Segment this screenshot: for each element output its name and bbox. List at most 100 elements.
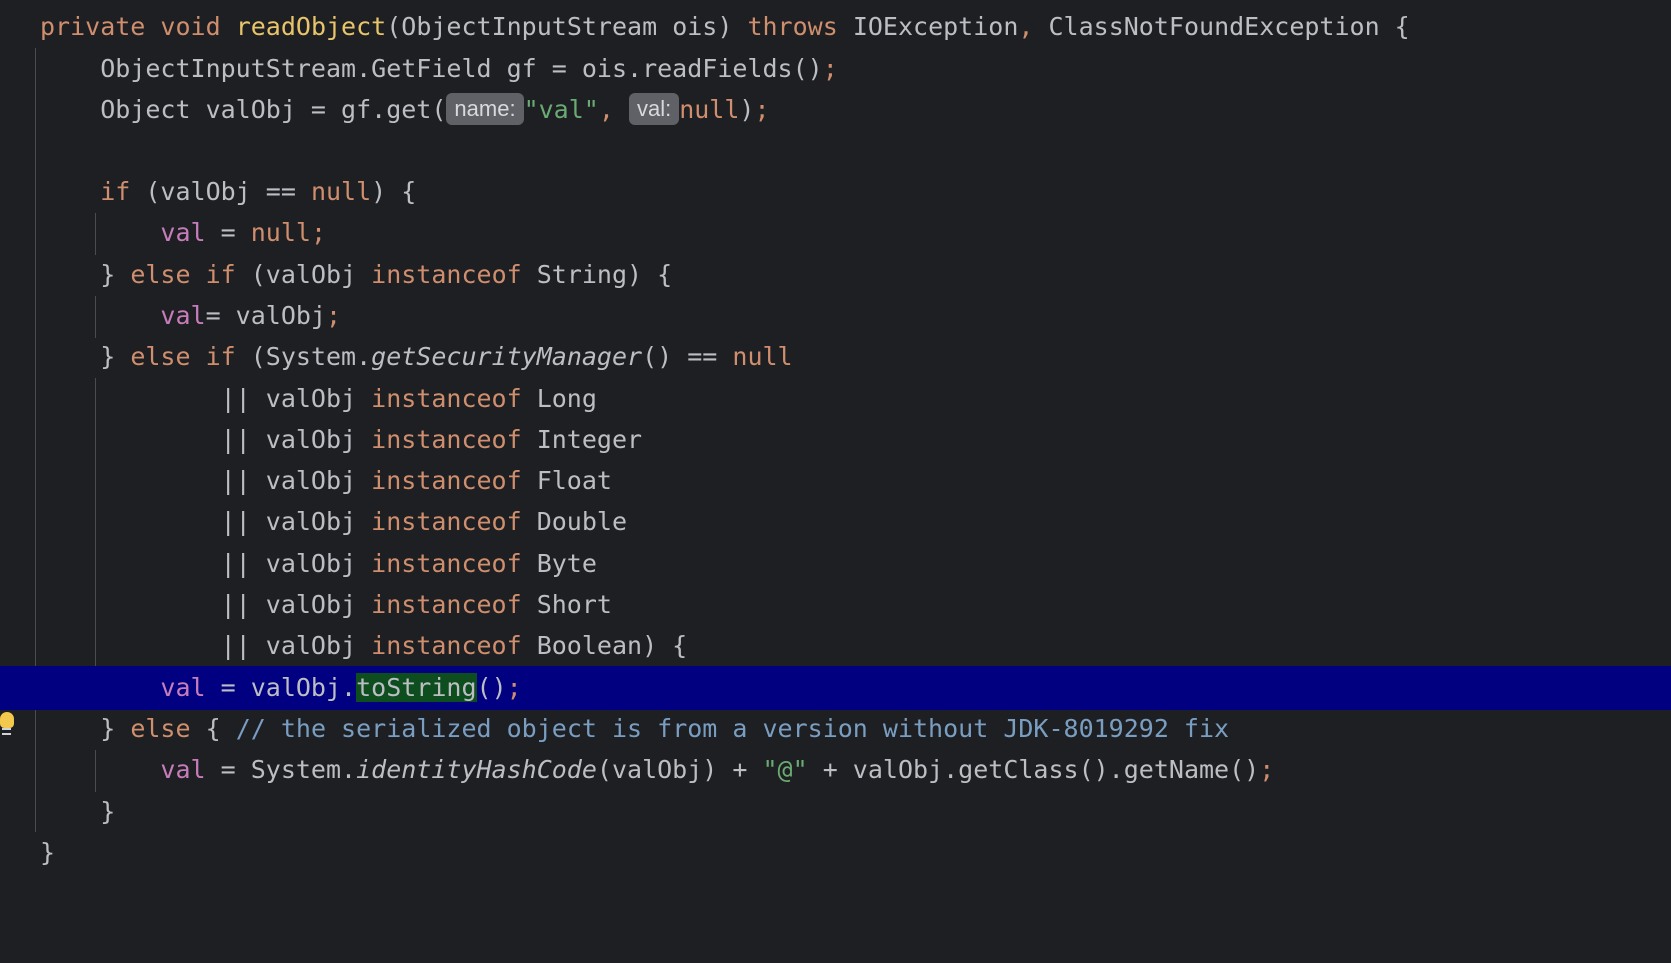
keyword-instanceof: instanceof [371, 260, 522, 289]
close-paren: ) [739, 95, 755, 124]
code-line-10[interactable]: || valObj instanceof Long [0, 377, 1671, 421]
field-val[interactable]: val [160, 218, 205, 247]
type-long: Long [521, 384, 597, 413]
method-name-readobject[interactable]: readObject [236, 12, 387, 41]
type-short: Short [521, 590, 612, 619]
field-val[interactable]: val [160, 673, 205, 702]
field-val[interactable]: val [160, 301, 205, 330]
getclass-getname: + valObj.getClass().getName() [807, 755, 1260, 784]
code-line-16[interactable]: || valObj instanceof Boolean) { [0, 624, 1671, 668]
string-literal-at: "@" [762, 755, 808, 784]
keyword-private: private [40, 12, 146, 41]
method-tostring[interactable]: toString [356, 673, 477, 702]
type-boolean: Boolean) { [521, 631, 688, 660]
close-brace: } [100, 797, 116, 826]
method-params: (ObjectInputStream ois) [386, 12, 748, 41]
comma: , [1018, 12, 1034, 41]
or-valobj: || valObj [220, 384, 372, 413]
semicolon: ; [506, 673, 522, 702]
close-brace: } [100, 342, 131, 371]
exception-ioexception[interactable]: IOException [838, 12, 1019, 41]
call-parens: () [476, 673, 507, 702]
concat: (valObj) + [596, 755, 763, 784]
close-brace-open: ) { [371, 177, 417, 206]
keyword-null: null [310, 177, 372, 206]
lightbulb-icon[interactable] [0, 712, 14, 728]
assign-valobj: = valObj [205, 301, 326, 330]
condition-compare: () == [642, 342, 733, 371]
or-valobj: || valObj [220, 466, 372, 495]
semicolon: ; [1259, 755, 1275, 784]
code-line-18[interactable]: } else { // the serialized object is fro… [0, 707, 1671, 751]
code-line-9[interactable]: } else if (System.getSecurityManager() =… [0, 335, 1671, 379]
type-string: String) { [521, 260, 673, 289]
keyword-instanceof: instanceof [371, 384, 522, 413]
type-float: Float [521, 466, 612, 495]
open-brace: { [190, 714, 236, 743]
condition-open: (System. [235, 342, 372, 371]
statement-gf-get: Object valObj = gf.get( [100, 95, 447, 124]
assign: = [205, 218, 251, 247]
or-valobj: || valObj [220, 631, 372, 660]
method-getsecuritymanager[interactable]: getSecurityManager [371, 342, 642, 371]
keyword-throws: throws [747, 12, 838, 41]
code-line-19[interactable]: val = System.identityHashCode(valObj) + … [0, 748, 1671, 792]
code-line-15[interactable]: || valObj instanceof Short [0, 583, 1671, 627]
code-line-1[interactable]: private void readObject(ObjectInputStrea… [0, 5, 1671, 49]
code-line-8[interactable]: val= valObj; [0, 294, 1671, 338]
keyword-instanceof: instanceof [371, 425, 522, 454]
parameter-hint-name: name: [446, 93, 524, 125]
close-brace: } [100, 260, 131, 289]
or-valobj: || valObj [220, 549, 372, 578]
code-line-2[interactable]: ObjectInputStream.GetField gf = ois.read… [0, 47, 1671, 91]
code-line-3[interactable]: Object valObj = gf.get(name: "val", val: n… [0, 88, 1671, 132]
or-valobj: || valObj [220, 507, 372, 536]
code-line-21[interactable]: } [0, 831, 1671, 875]
statement-readfields: ObjectInputStream.GetField gf = ois.read… [100, 54, 823, 83]
assign-valobj: = valObj. [205, 673, 357, 702]
or-valobj: || valObj [220, 425, 372, 454]
close-brace: } [100, 714, 131, 743]
keyword-instanceof: instanceof [371, 590, 522, 619]
lightbulb-icon-base [2, 728, 11, 735]
semicolon: ; [822, 54, 838, 83]
exception-classnotfound[interactable]: ClassNotFoundException { [1033, 12, 1410, 41]
keyword-void: void [160, 12, 221, 41]
semicolon: ; [326, 301, 342, 330]
code-line-20[interactable]: } [0, 790, 1671, 834]
keyword-instanceof: instanceof [371, 466, 522, 495]
keyword-if: if [100, 177, 131, 206]
condition-open: (valObj [235, 260, 372, 289]
code-line-17-current[interactable]: val = valObj.toString(); [0, 666, 1671, 710]
condition-null-check: (valObj == [130, 177, 311, 206]
keyword-null: null [250, 218, 311, 247]
keyword-else-if: else if [130, 342, 236, 371]
parameter-hint-val: val: [628, 93, 680, 125]
comment: // the serialized object is from a versi… [235, 714, 1230, 743]
method-identityhashcode[interactable]: identityHashCode [356, 755, 597, 784]
code-line-7[interactable]: } else if (valObj instanceof String) { [0, 253, 1671, 297]
field-val[interactable]: val [160, 755, 205, 784]
keyword-instanceof: instanceof [371, 549, 522, 578]
code-line-5[interactable]: if (valObj == null) { [0, 170, 1671, 214]
string-literal-val: "val" [523, 95, 599, 124]
type-double: Double [521, 507, 628, 536]
code-line-14[interactable]: || valObj instanceof Byte [0, 542, 1671, 586]
code-line-6[interactable]: val = null; [0, 211, 1671, 255]
type-byte: Byte [521, 549, 597, 578]
semicolon: ; [754, 95, 770, 124]
semicolon: ; [310, 218, 327, 247]
keyword-null: null [679, 95, 740, 124]
code-line-11[interactable]: || valObj instanceof Integer [0, 418, 1671, 462]
code-editor[interactable]: private void readObject(ObjectInputStrea… [0, 0, 1671, 931]
code-line-12[interactable]: || valObj instanceof Float [0, 459, 1671, 503]
close-brace-method: } [40, 838, 56, 867]
code-line-13[interactable]: || valObj instanceof Double [0, 500, 1671, 544]
assign-system: = System. [205, 755, 357, 784]
type-integer: Integer [521, 425, 643, 454]
keyword-else-if: else if [130, 260, 236, 289]
or-valobj: || valObj [220, 590, 372, 619]
comma: , [598, 95, 614, 124]
keyword-null: null [732, 342, 793, 371]
keyword-else: else [130, 714, 191, 743]
